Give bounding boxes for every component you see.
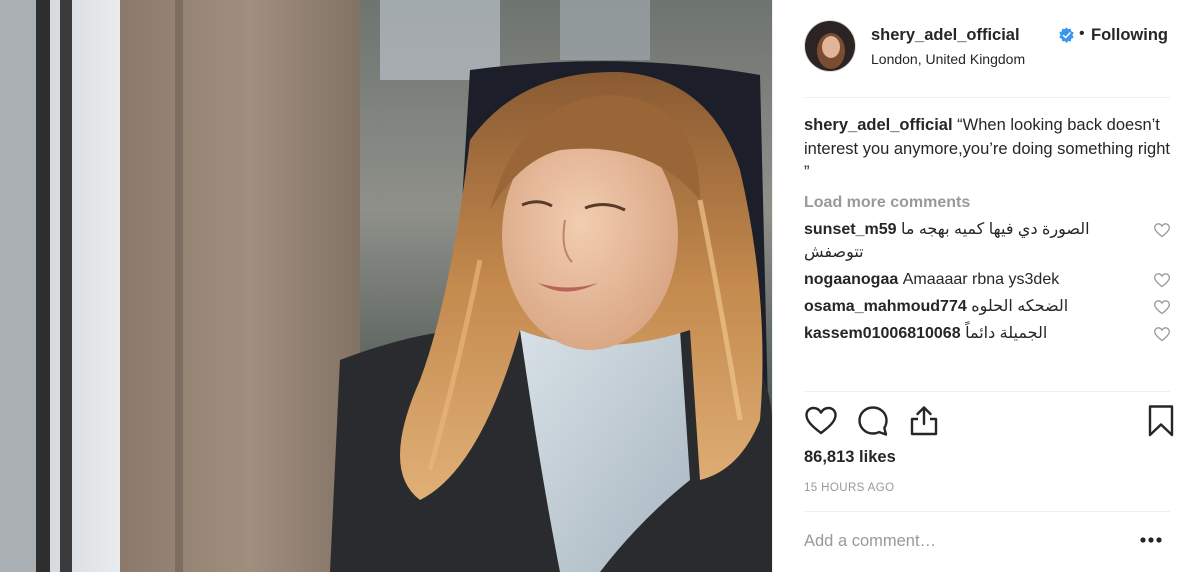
comment-text: الجميلة دائماً <box>965 324 1048 342</box>
bookmark-icon[interactable] <box>1144 404 1178 438</box>
add-comment-input[interactable] <box>804 524 1134 558</box>
comment-username[interactable]: sunset_m59 <box>804 221 897 238</box>
comments-section: shery_adel_official “When looking back d… <box>804 114 1170 345</box>
avatar[interactable] <box>804 20 856 72</box>
comment-item: nogaanogaa Amaaaar rbna ys3dek <box>804 268 1170 291</box>
small-heart-icon[interactable] <box>1154 272 1170 288</box>
verified-badge-icon <box>1059 27 1074 44</box>
avatar-image <box>805 21 855 71</box>
likes-count[interactable]: 86,813 likes <box>804 448 896 467</box>
post-timestamp[interactable]: 15 HOURS AGO <box>804 482 894 494</box>
share-upload-icon[interactable] <box>907 404 941 438</box>
post-caption: shery_adel_official “When looking back d… <box>804 114 1170 185</box>
comment-item: kassem01006810068 الجميلة دائماً <box>804 322 1170 345</box>
speech-bubble-icon[interactable] <box>856 404 890 438</box>
comment-item: osama_mahmoud774 الضحكه الحلوه <box>804 295 1170 318</box>
comment-text: الضحكه الحلوه <box>971 297 1069 315</box>
small-heart-icon[interactable] <box>1154 299 1170 315</box>
comment-username[interactable]: kassem01006810068 <box>804 325 961 342</box>
load-more-comments-button[interactable]: Load more comments <box>804 192 1170 214</box>
divider <box>804 511 1170 512</box>
small-heart-icon[interactable] <box>1154 326 1170 342</box>
post-location[interactable]: London, United Kingdom <box>871 51 1025 67</box>
photo-illustration <box>0 0 772 572</box>
post-side-panel: shery_adel_official • Following London, … <box>772 0 1200 572</box>
comment-item: sunset_m59 الصورة دي فيها كميه بهجه ما ت… <box>804 218 1170 264</box>
small-heart-icon[interactable] <box>1154 222 1170 238</box>
following-button[interactable]: Following <box>1091 26 1168 45</box>
separator-dot: • <box>1079 25 1085 42</box>
post-photo[interactable] <box>0 0 772 572</box>
comment-username[interactable]: osama_mahmoud774 <box>804 298 967 315</box>
divider <box>804 391 1170 392</box>
comment-text: Amaaaar rbna ys3dek <box>902 270 1060 288</box>
divider <box>804 97 1170 98</box>
heart-outline-icon[interactable] <box>804 404 838 438</box>
comment-username[interactable]: nogaanogaa <box>804 271 898 288</box>
ellipsis-icon[interactable] <box>1131 528 1171 552</box>
post-username[interactable]: shery_adel_official <box>871 26 1020 45</box>
caption-username[interactable]: shery_adel_official <box>804 116 953 134</box>
post-actions <box>804 404 1174 440</box>
post-header: shery_adel_official • Following London, … <box>804 20 1170 76</box>
